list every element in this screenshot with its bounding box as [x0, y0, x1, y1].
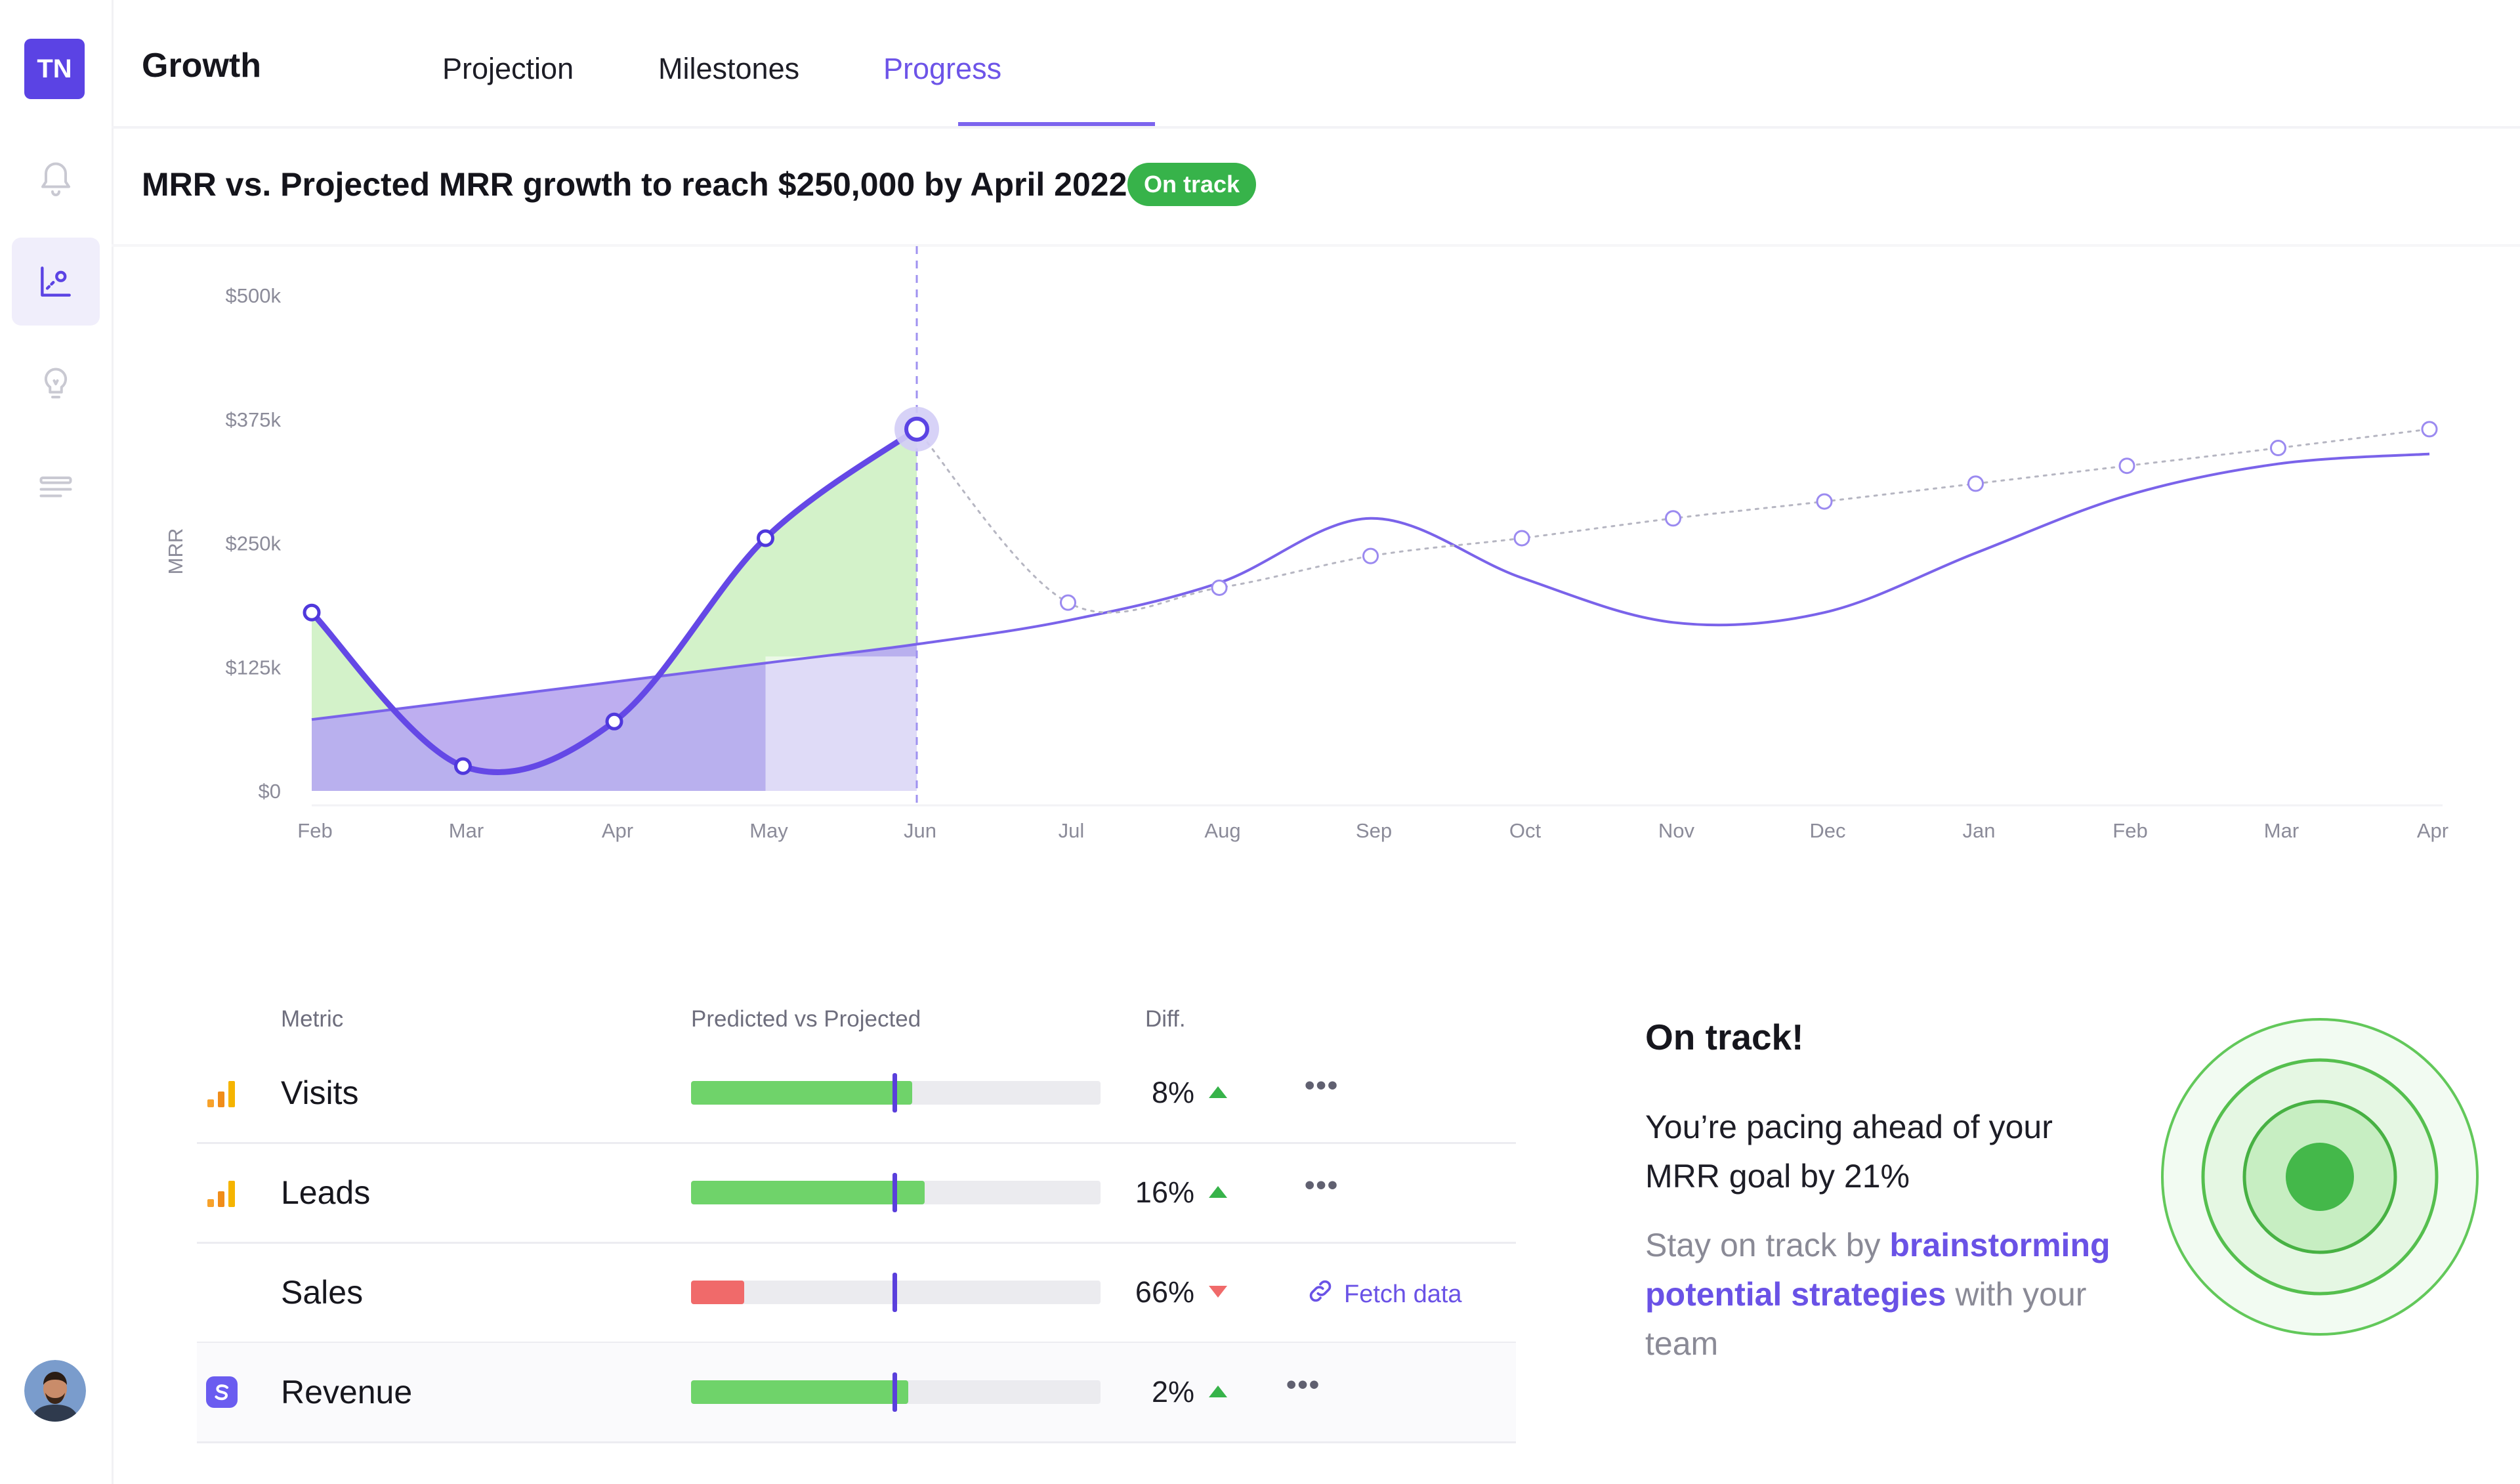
y-tick-label: $0: [259, 780, 281, 803]
panel-title: On track!: [1645, 1017, 1804, 1057]
progress-fill: [691, 1281, 745, 1304]
x-tick-label: Jun: [904, 819, 936, 842]
bar-chart-icon: [203, 1174, 240, 1211]
bar-chart-icon: [203, 1074, 240, 1111]
actual-point: [303, 603, 321, 622]
projected-marker: [892, 1372, 897, 1412]
avatar[interactable]: [24, 1360, 86, 1422]
x-tick-label: Jul: [1059, 819, 1085, 842]
x-tick-label: Jan: [1963, 819, 1996, 842]
progress-fill: [691, 1181, 925, 1204]
trend-up-icon: [1209, 1086, 1227, 1098]
projection-point: [2270, 440, 2286, 457]
panel-subtext-before: Stay on track by: [1645, 1227, 1890, 1263]
x-tick-label: Aug: [1204, 819, 1240, 842]
x-tick-label: Oct: [1509, 819, 1542, 842]
x-tick-label: Apr: [2417, 819, 2448, 842]
y-tick-label: $250k: [226, 532, 282, 555]
x-tick-label: Apr: [602, 819, 633, 842]
column-header-predicted: Predicted vs Projected: [691, 1006, 921, 1032]
area-fade: [765, 656, 917, 791]
diff-value: 2%: [1151, 1375, 1194, 1409]
y-tick-label: $500k: [226, 284, 282, 307]
metric-label: Leads: [281, 1174, 371, 1211]
x-tick-label: Dec: [1809, 819, 1845, 842]
x-tick-label: Nov: [1658, 819, 1695, 842]
column-header-diff: Diff.: [1145, 1006, 1186, 1032]
projection-point: [2118, 457, 2135, 475]
x-tick-label: May: [749, 819, 788, 842]
x-tick-label: Mar: [2264, 819, 2299, 842]
diff-value: 66%: [1135, 1275, 1194, 1309]
x-tick-label: Mar: [449, 819, 484, 842]
diff-value: 16%: [1135, 1176, 1194, 1209]
projected-marker: [892, 1273, 897, 1312]
actual-point: [454, 757, 472, 775]
trend-down-icon: [1209, 1286, 1227, 1298]
highlight-point: [904, 416, 929, 442]
actual-point: [605, 712, 623, 731]
target-icon: [2161, 1018, 2479, 1336]
more-options-button[interactable]: •••: [1305, 1169, 1339, 1202]
link-icon: [1306, 1277, 1335, 1312]
mrr-chart: $0 $125k $250k $375k $500k Feb Mar Apr May Jun Jul…: [164, 246, 2448, 842]
more-options-button[interactable]: •••: [1305, 1069, 1339, 1102]
x-tick-label: Feb: [2112, 819, 2147, 842]
x-tick-label: Sep: [1356, 819, 1392, 842]
y-tick-label: $375k: [226, 408, 282, 431]
projection-point: [1665, 510, 1681, 527]
stripe-icon: [203, 1374, 240, 1410]
projection-point: [1967, 475, 1984, 492]
fetch-data-label: Fetch data: [1344, 1280, 1462, 1308]
projection-point: [2421, 421, 2438, 438]
projection-point: [1362, 547, 1379, 564]
projection-point: [1513, 530, 1530, 547]
panel-subtext: Stay on track by brainstorming potential…: [1645, 1221, 2144, 1368]
series-plan-line: [311, 452, 2430, 721]
projected-marker: [892, 1073, 897, 1113]
diff-value: 8%: [1151, 1076, 1194, 1109]
progress-fill: [691, 1380, 908, 1404]
row-divider: [197, 1441, 1516, 1443]
metric-label: Sales: [281, 1274, 364, 1311]
projection-point: [1816, 493, 1833, 510]
y-axis-label: MRR: [164, 528, 187, 575]
trend-up-icon: [1209, 1386, 1227, 1397]
metric-label: Revenue: [281, 1374, 413, 1410]
trend-up-icon: [1209, 1186, 1227, 1198]
metric-label: Visits: [281, 1074, 359, 1111]
fetch-data-button[interactable]: Fetch data: [1306, 1277, 1462, 1312]
projected-marker: [892, 1173, 897, 1212]
column-header-metric: Metric: [281, 1006, 344, 1032]
projection-point: [1060, 594, 1076, 611]
projection-point: [1211, 579, 1228, 596]
progress-fill: [691, 1081, 912, 1105]
x-tick-label: Feb: [297, 819, 332, 842]
more-options-button[interactable]: •••: [1286, 1368, 1320, 1401]
y-tick-label: $125k: [226, 656, 282, 679]
panel-text: You’re pacing ahead of your MRR goal by …: [1645, 1109, 2053, 1195]
actual-point: [757, 529, 774, 547]
